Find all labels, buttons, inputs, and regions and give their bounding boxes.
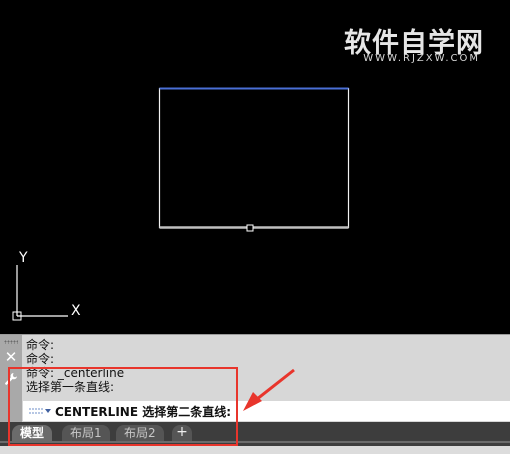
close-icon[interactable]: ✕ xyxy=(4,350,18,365)
command-history: 命令: 命令: 命令: _centerline 选择第一条直线: xyxy=(26,338,124,394)
command-window-grip[interactable]: ✕ xyxy=(0,335,22,423)
tab-layout2[interactable]: 布局2 xyxy=(116,425,164,441)
history-line: 命令: xyxy=(26,352,55,366)
command-prompt: CENTERLINE 选择第二条直线: xyxy=(55,404,231,419)
tabs-divider xyxy=(0,441,510,443)
command-input[interactable]: CENTERLINE 选择第二条直线: xyxy=(23,401,510,421)
command-recent-icon[interactable] xyxy=(29,406,53,416)
command-window: ✕ 命令: 命令: 命令: _centerline 选择第一条直线: CENTE… xyxy=(0,334,510,423)
rectangle-object[interactable] xyxy=(158,87,350,229)
ucs-y-label: Y xyxy=(18,250,28,266)
grip-icon[interactable] xyxy=(4,340,18,344)
history-line: 命令: _centerline xyxy=(26,366,125,380)
history-line: 选择第一条直线: xyxy=(26,380,115,394)
drawing-svg: Y X xyxy=(12,87,350,321)
status-strip xyxy=(0,446,510,454)
ucs-x-label: X xyxy=(71,303,81,319)
wrench-icon[interactable] xyxy=(4,371,18,385)
grip-square-icon[interactable] xyxy=(246,224,254,232)
tab-layout1[interactable]: 布局1 xyxy=(62,425,110,441)
tab-model[interactable]: 模型 xyxy=(12,425,53,441)
ucs-icon xyxy=(12,265,68,321)
history-line: 命令: xyxy=(26,338,55,352)
drawing-canvas[interactable]: 软件自学网 WWW.RJZXW.COM Y X xyxy=(0,0,510,334)
add-layout-button[interactable]: + xyxy=(172,425,192,441)
